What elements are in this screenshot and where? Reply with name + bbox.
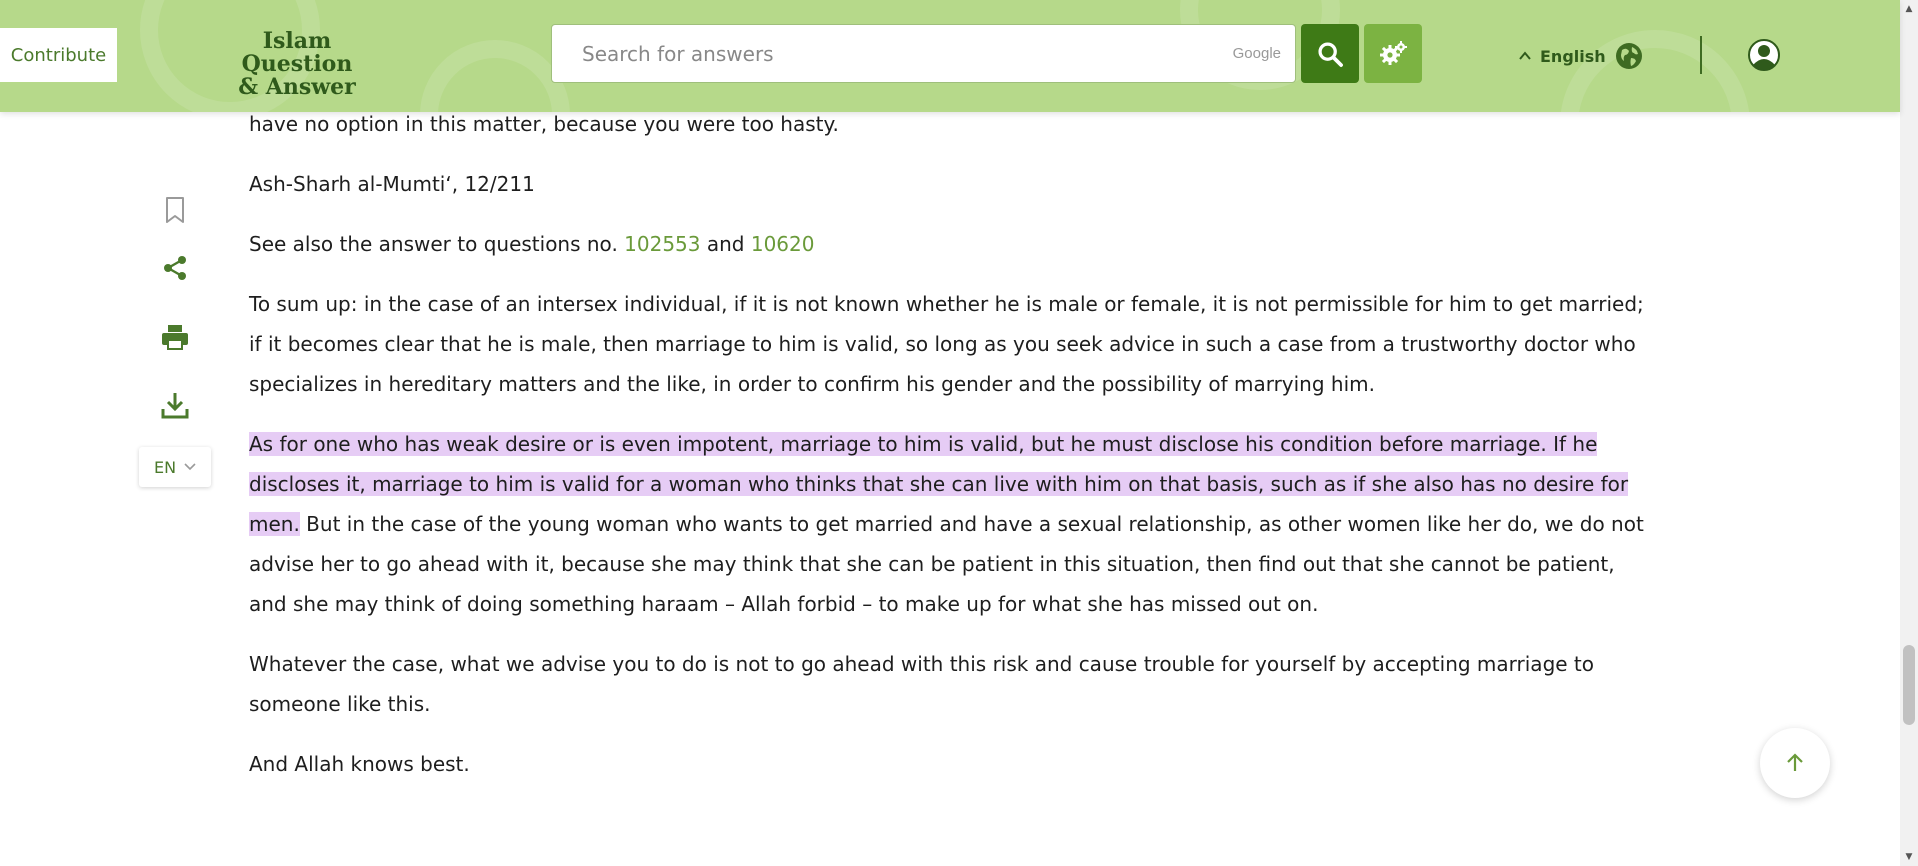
see-also-text: See also the answer to questions no. (249, 232, 625, 256)
closing-line: And Allah knows best. (249, 752, 470, 776)
language-label: English (1540, 46, 1606, 66)
scroll-up-arrow[interactable]: ▲ (1903, 2, 1915, 16)
scroll-down-arrow[interactable]: ▼ (1903, 850, 1915, 864)
search-icon (1318, 41, 1343, 67)
contribute-button[interactable]: Contribute (0, 28, 117, 82)
see-also-conjunction: and (700, 232, 751, 256)
paragraph-continuation: But in the case of the young woman who w… (249, 512, 1644, 616)
logo-line-1: Islam Question (241, 28, 353, 77)
paragraph-highlighted: As for one who has weak desire or is eve… (249, 424, 1649, 624)
paragraph: Whatever the case, what we advise you to… (249, 652, 1594, 716)
user-avatar-icon (1748, 39, 1780, 71)
arrow-up-icon (1787, 753, 1803, 771)
chevron-up-icon (1519, 51, 1531, 60)
chevron-down-icon (184, 463, 196, 471)
language-switcher[interactable]: English (1518, 40, 1644, 72)
advanced-search-settings-button[interactable] (1364, 24, 1422, 83)
header-divider (1700, 36, 1702, 74)
question-link-102553[interactable]: 102553 (624, 232, 700, 256)
share-icon (164, 256, 186, 280)
gears-icon (1380, 40, 1407, 65)
google-branding: Google (1232, 45, 1281, 62)
bookmark-icon (166, 197, 184, 223)
article-language-select[interactable]: EN (139, 447, 211, 487)
print-icon (162, 325, 188, 350)
globe-icon (1615, 43, 1642, 69)
print-button[interactable] (158, 320, 192, 354)
site-header: Contribute Islam Question & Answer Googl… (0, 0, 1900, 112)
language-code: EN (153, 457, 177, 477)
see-also-paragraph: See also the answer to questions no. 102… (249, 224, 1649, 264)
download-icon (161, 393, 189, 419)
bookmark-button[interactable] (158, 193, 192, 227)
page-scrollbar[interactable] (1900, 0, 1918, 866)
share-button[interactable] (158, 251, 192, 285)
search-button[interactable] (1301, 24, 1359, 83)
search-box: Google (551, 24, 1296, 83)
logo-line-2: & Answer (238, 74, 356, 100)
paragraph: To sum up: in the case of an intersex in… (249, 292, 1644, 396)
header-pattern (420, 40, 570, 112)
citation: Ash-Sharh al-Mumti‘, 12/211 (249, 172, 535, 196)
user-account-button[interactable] (1748, 39, 1780, 71)
download-button[interactable] (158, 388, 192, 422)
scrollbar-thumb[interactable] (1903, 645, 1915, 725)
search-input[interactable] (582, 41, 1233, 66)
question-link-10620[interactable]: 10620 (751, 232, 815, 256)
site-logo[interactable]: Islam Question & Answer (212, 30, 382, 99)
back-to-top-button[interactable] (1760, 728, 1830, 798)
article-body: have no option in this matter, because y… (249, 104, 1649, 804)
